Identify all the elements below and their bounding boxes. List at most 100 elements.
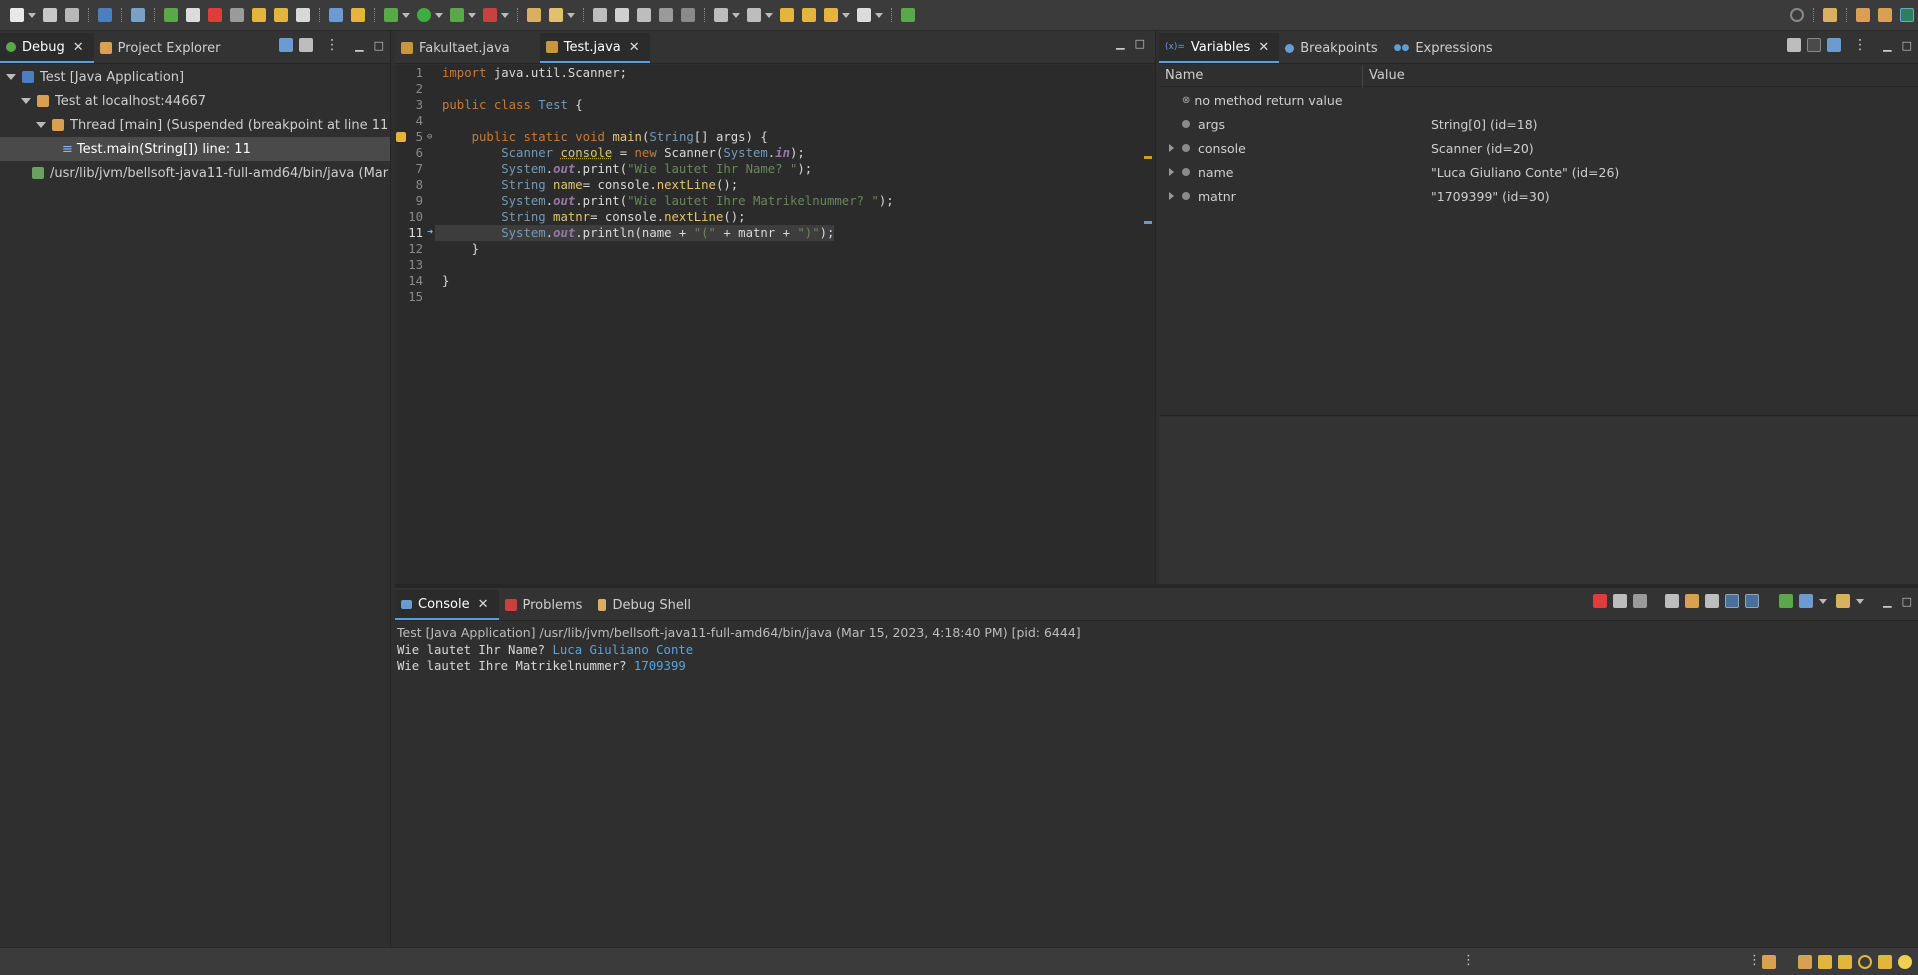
expand-icon[interactable]: [1169, 168, 1174, 176]
display-console-dropdown-icon[interactable]: [1819, 598, 1828, 604]
drop-to-frame-icon[interactable]: [329, 8, 343, 22]
open-type-icon[interactable]: [527, 8, 541, 22]
code-line[interactable]: 13: [395, 257, 1155, 273]
new-dropdown-icon[interactable]: [28, 12, 36, 18]
tab-fakultaet-java[interactable]: Fakultaet.java: [395, 33, 540, 63]
minimize-icon[interactable]: ▁: [1883, 39, 1891, 52]
skip-breakpoints-icon[interactable]: [131, 8, 145, 22]
current-line[interactable]: 11 ➜ System.out.println(name + "(" + matn…: [395, 225, 1155, 241]
next-annotation-dropdown-icon[interactable]: [765, 12, 773, 18]
code-line[interactable]: 9 System.out.print("Wie lautet Ihre Matr…: [395, 193, 1155, 209]
remove-launch-icon[interactable]: [1613, 594, 1628, 608]
close-icon[interactable]: ✕: [73, 40, 84, 55]
remove-all-terminated-icon[interactable]: [299, 38, 314, 52]
tab-debug[interactable]: Debug ✕: [0, 33, 94, 63]
use-step-filters-icon[interactable]: [351, 8, 365, 22]
new-icon[interactable]: [10, 8, 24, 22]
progress-icon[interactable]: [1762, 955, 1776, 969]
column-name-header[interactable]: Name: [1159, 64, 1363, 87]
code-line[interactable]: 8 String name= console.nextLine();: [395, 177, 1155, 193]
tree-item-stack-frame[interactable]: ≡ Test.main(String[]) line: 11: [0, 137, 390, 161]
show-console-on-error-icon[interactable]: [1745, 594, 1760, 608]
expanded-icon[interactable]: [6, 74, 16, 80]
show-console-on-output-icon[interactable]: [1725, 594, 1740, 608]
collapse-all-icon[interactable]: [279, 38, 294, 52]
terminate-icon[interactable]: [208, 8, 222, 22]
step-over-icon[interactable]: [274, 8, 288, 22]
resume-icon[interactable]: [164, 8, 178, 22]
variable-row[interactable]: name "Luca Giuliano Conte" (id=26): [1159, 160, 1918, 184]
maximize-icon[interactable]: □: [374, 39, 384, 52]
clear-console-icon[interactable]: [1665, 594, 1680, 608]
terminate-icon[interactable]: [1593, 594, 1608, 608]
open-console-icon[interactable]: [1836, 594, 1851, 608]
search-icon[interactable]: [1790, 8, 1804, 22]
console-output[interactable]: Test [Java Application] /usr/lib/jvm/bel…: [395, 622, 1918, 947]
code-editor[interactable]: 1 import java.util.Scanner; 2 3 public cla…: [395, 65, 1155, 584]
close-icon[interactable]: ✕: [1258, 40, 1269, 55]
suspend-icon[interactable]: [186, 8, 200, 22]
annotation-icon[interactable]: [714, 8, 728, 22]
variable-row[interactable]: console Scanner (id=20): [1159, 136, 1918, 160]
tip-icon[interactable]: [1798, 955, 1812, 969]
tab-variables[interactable]: (x)= Variables ✕: [1159, 33, 1280, 63]
tree-item-process[interactable]: /usr/lib/jvm/bellsoft-java11-full-amd64/…: [0, 161, 390, 185]
tab-expressions[interactable]: ●● Expressions: [1388, 33, 1503, 63]
tab-breakpoints[interactable]: Breakpoints: [1279, 33, 1387, 63]
save-all-icon[interactable]: [65, 8, 79, 22]
tree-item-vm[interactable]: Test at localhost:44667: [0, 89, 390, 113]
debug-perspective-icon[interactable]: [1900, 8, 1914, 22]
maximize-icon[interactable]: □: [1902, 595, 1912, 608]
view-menu-icon[interactable]: ⋮: [325, 37, 339, 53]
minimize-icon[interactable]: ▁: [1116, 37, 1124, 50]
overview-ruler-current[interactable]: [1144, 221, 1152, 224]
code-line[interactable]: 6 Scanner console = new Scanner(System.i…: [395, 145, 1155, 161]
coverage-icon[interactable]: [450, 8, 464, 22]
forward-dropdown-icon[interactable]: [875, 12, 883, 18]
block-selection-icon[interactable]: [637, 8, 651, 22]
code-line[interactable]: 10 String matnr= console.nextLine();: [395, 209, 1155, 225]
variable-detail-pane[interactable]: [1159, 417, 1918, 584]
word-wrap-icon[interactable]: [1705, 594, 1720, 608]
breadcrumb-icon[interactable]: [615, 8, 629, 22]
lightbulb-icon[interactable]: [1898, 955, 1912, 969]
code-line[interactable]: 4: [395, 113, 1155, 129]
step-into-icon[interactable]: [252, 8, 266, 22]
status-menu-icon[interactable]: ⋮: [1462, 953, 1475, 968]
external-tools-icon[interactable]: [483, 8, 497, 22]
back-icon[interactable]: [824, 8, 838, 22]
run-dropdown-icon[interactable]: [435, 12, 443, 18]
last-edit-icon[interactable]: [780, 8, 794, 22]
open-perspective-icon[interactable]: [1823, 8, 1837, 22]
tab-problems[interactable]: Problems: [499, 590, 593, 620]
code-line[interactable]: 14}: [395, 273, 1155, 289]
last-edit-forward-icon[interactable]: [802, 8, 816, 22]
fold-icon[interactable]: ⊖: [427, 129, 435, 145]
variable-row[interactable]: ⊗ no method return value: [1159, 88, 1918, 112]
tree-item-launch[interactable]: Test [Java Application]: [0, 65, 390, 89]
expanded-icon[interactable]: [36, 122, 46, 128]
search-dropdown-icon[interactable]: [567, 12, 575, 18]
expand-icon[interactable]: [1169, 144, 1174, 152]
tab-test-java[interactable]: Test.java ✕: [539, 33, 650, 63]
save-icon[interactable]: [43, 8, 57, 22]
next-annotation-icon[interactable]: [747, 8, 761, 22]
remove-all-terminated-icon[interactable]: [1633, 594, 1648, 608]
maximize-icon[interactable]: □: [1902, 39, 1912, 52]
coverage-dropdown-icon[interactable]: [468, 12, 476, 18]
variable-row[interactable]: matnr "1709399" (id=30): [1159, 184, 1918, 208]
pin-console-icon[interactable]: [1779, 594, 1794, 608]
show-type-names-icon[interactable]: [1787, 38, 1802, 52]
minimize-icon[interactable]: ▁: [1883, 595, 1891, 608]
display-selected-console-icon[interactable]: [1799, 594, 1814, 608]
run-icon[interactable]: [417, 8, 431, 22]
disconnect-icon[interactable]: [230, 8, 244, 22]
expanded-icon[interactable]: [21, 98, 31, 104]
variable-row[interactable]: args String[0] (id=18): [1159, 112, 1918, 136]
toggle-mark-icon[interactable]: [593, 8, 607, 22]
java-browsing-perspective-icon[interactable]: [1878, 8, 1892, 22]
tab-console[interactable]: Console ✕: [395, 590, 499, 620]
code-line[interactable]: 2: [395, 81, 1155, 97]
overview-ruler-warning[interactable]: [1144, 156, 1152, 159]
terminal-icon[interactable]: [98, 8, 112, 22]
